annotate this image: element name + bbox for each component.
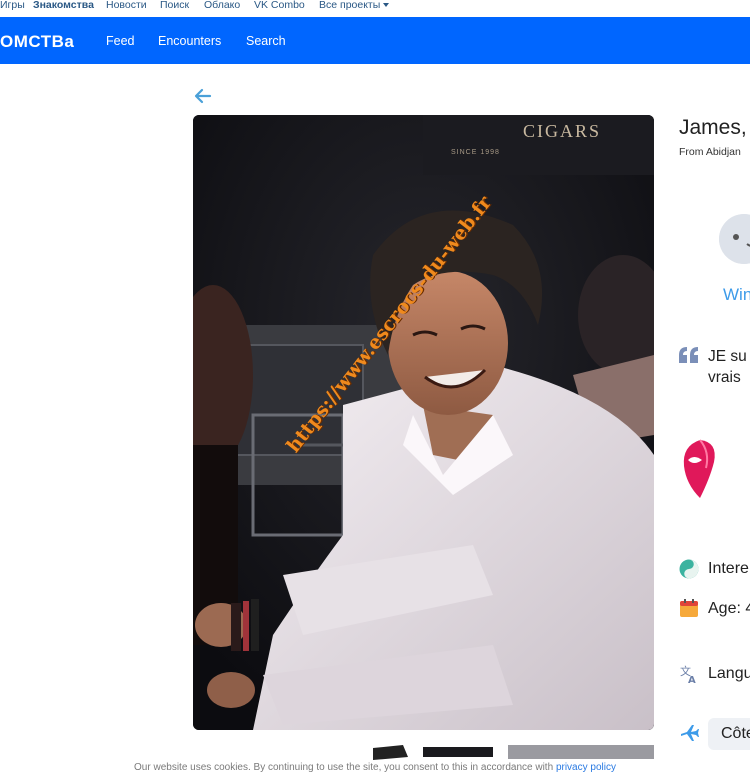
about-line-2: vrais bbox=[708, 369, 741, 386]
masquerade-mask-icon bbox=[680, 438, 720, 502]
nav-feed[interactable]: Feed bbox=[106, 34, 135, 48]
nav-encounters[interactable]: Encounters bbox=[158, 34, 221, 48]
calendar-icon bbox=[679, 598, 699, 618]
yin-yang-icon bbox=[679, 559, 699, 579]
site-header: ОМСТВа Feed Encounters Search bbox=[0, 17, 750, 64]
nav-search[interactable]: Search bbox=[246, 34, 286, 48]
site-logo[interactable]: ОМСТВа bbox=[0, 32, 74, 52]
profile-photo[interactable]: CIGARS SINCE 1998 https://www.escrocs-du… bbox=[193, 115, 654, 730]
cigars-sign: CIGARS bbox=[523, 121, 602, 141]
cookie-notice-text: Our website uses cookies. By continuing … bbox=[134, 762, 556, 773]
topbar-link-news[interactable]: Новости bbox=[106, 0, 147, 11]
cookie-notice: Our website uses cookies. By continuing … bbox=[0, 760, 750, 775]
svg-text:A: A bbox=[688, 675, 696, 684]
back-arrow-icon[interactable] bbox=[193, 86, 213, 106]
interests-label: Intere bbox=[708, 560, 749, 577]
topbar-link-vk-combo[interactable]: VK Combo bbox=[254, 0, 305, 11]
wink-button[interactable]: Win bbox=[723, 285, 750, 305]
age-label: Age: 4 bbox=[708, 600, 750, 617]
topbar-all-projects[interactable]: Все проекты bbox=[319, 0, 390, 11]
wink-emoji-icon[interactable] bbox=[719, 214, 750, 264]
profile-about-text: JE su vrais bbox=[708, 346, 747, 388]
top-portal-bar: Игры Знакомства Новости Поиск Облако VK … bbox=[0, 0, 750, 17]
topbar-link-cloud[interactable]: Облако bbox=[204, 0, 240, 11]
topbar-link-search[interactable]: Поиск bbox=[160, 0, 189, 11]
profile-name: James, bbox=[679, 116, 747, 139]
profile-location: From Abidjan bbox=[679, 146, 741, 158]
topbar-all-projects-label: Все проекты bbox=[319, 0, 381, 11]
privacy-policy-link[interactable]: privacy policy bbox=[556, 762, 616, 773]
quote-icon bbox=[679, 347, 699, 363]
languages-label: Langu bbox=[708, 665, 750, 682]
chevron-down-icon bbox=[383, 3, 390, 8]
about-line-1: JE su bbox=[708, 348, 747, 365]
airplane-icon bbox=[679, 723, 699, 743]
topbar-link-games[interactable]: Игры bbox=[0, 0, 25, 11]
translate-icon: 文 A bbox=[679, 664, 699, 686]
cigars-sign-since: SINCE 1998 bbox=[451, 149, 500, 156]
location-chip[interactable]: Côte bbox=[708, 718, 750, 750]
topbar-link-dating[interactable]: Знакомства bbox=[33, 0, 94, 11]
